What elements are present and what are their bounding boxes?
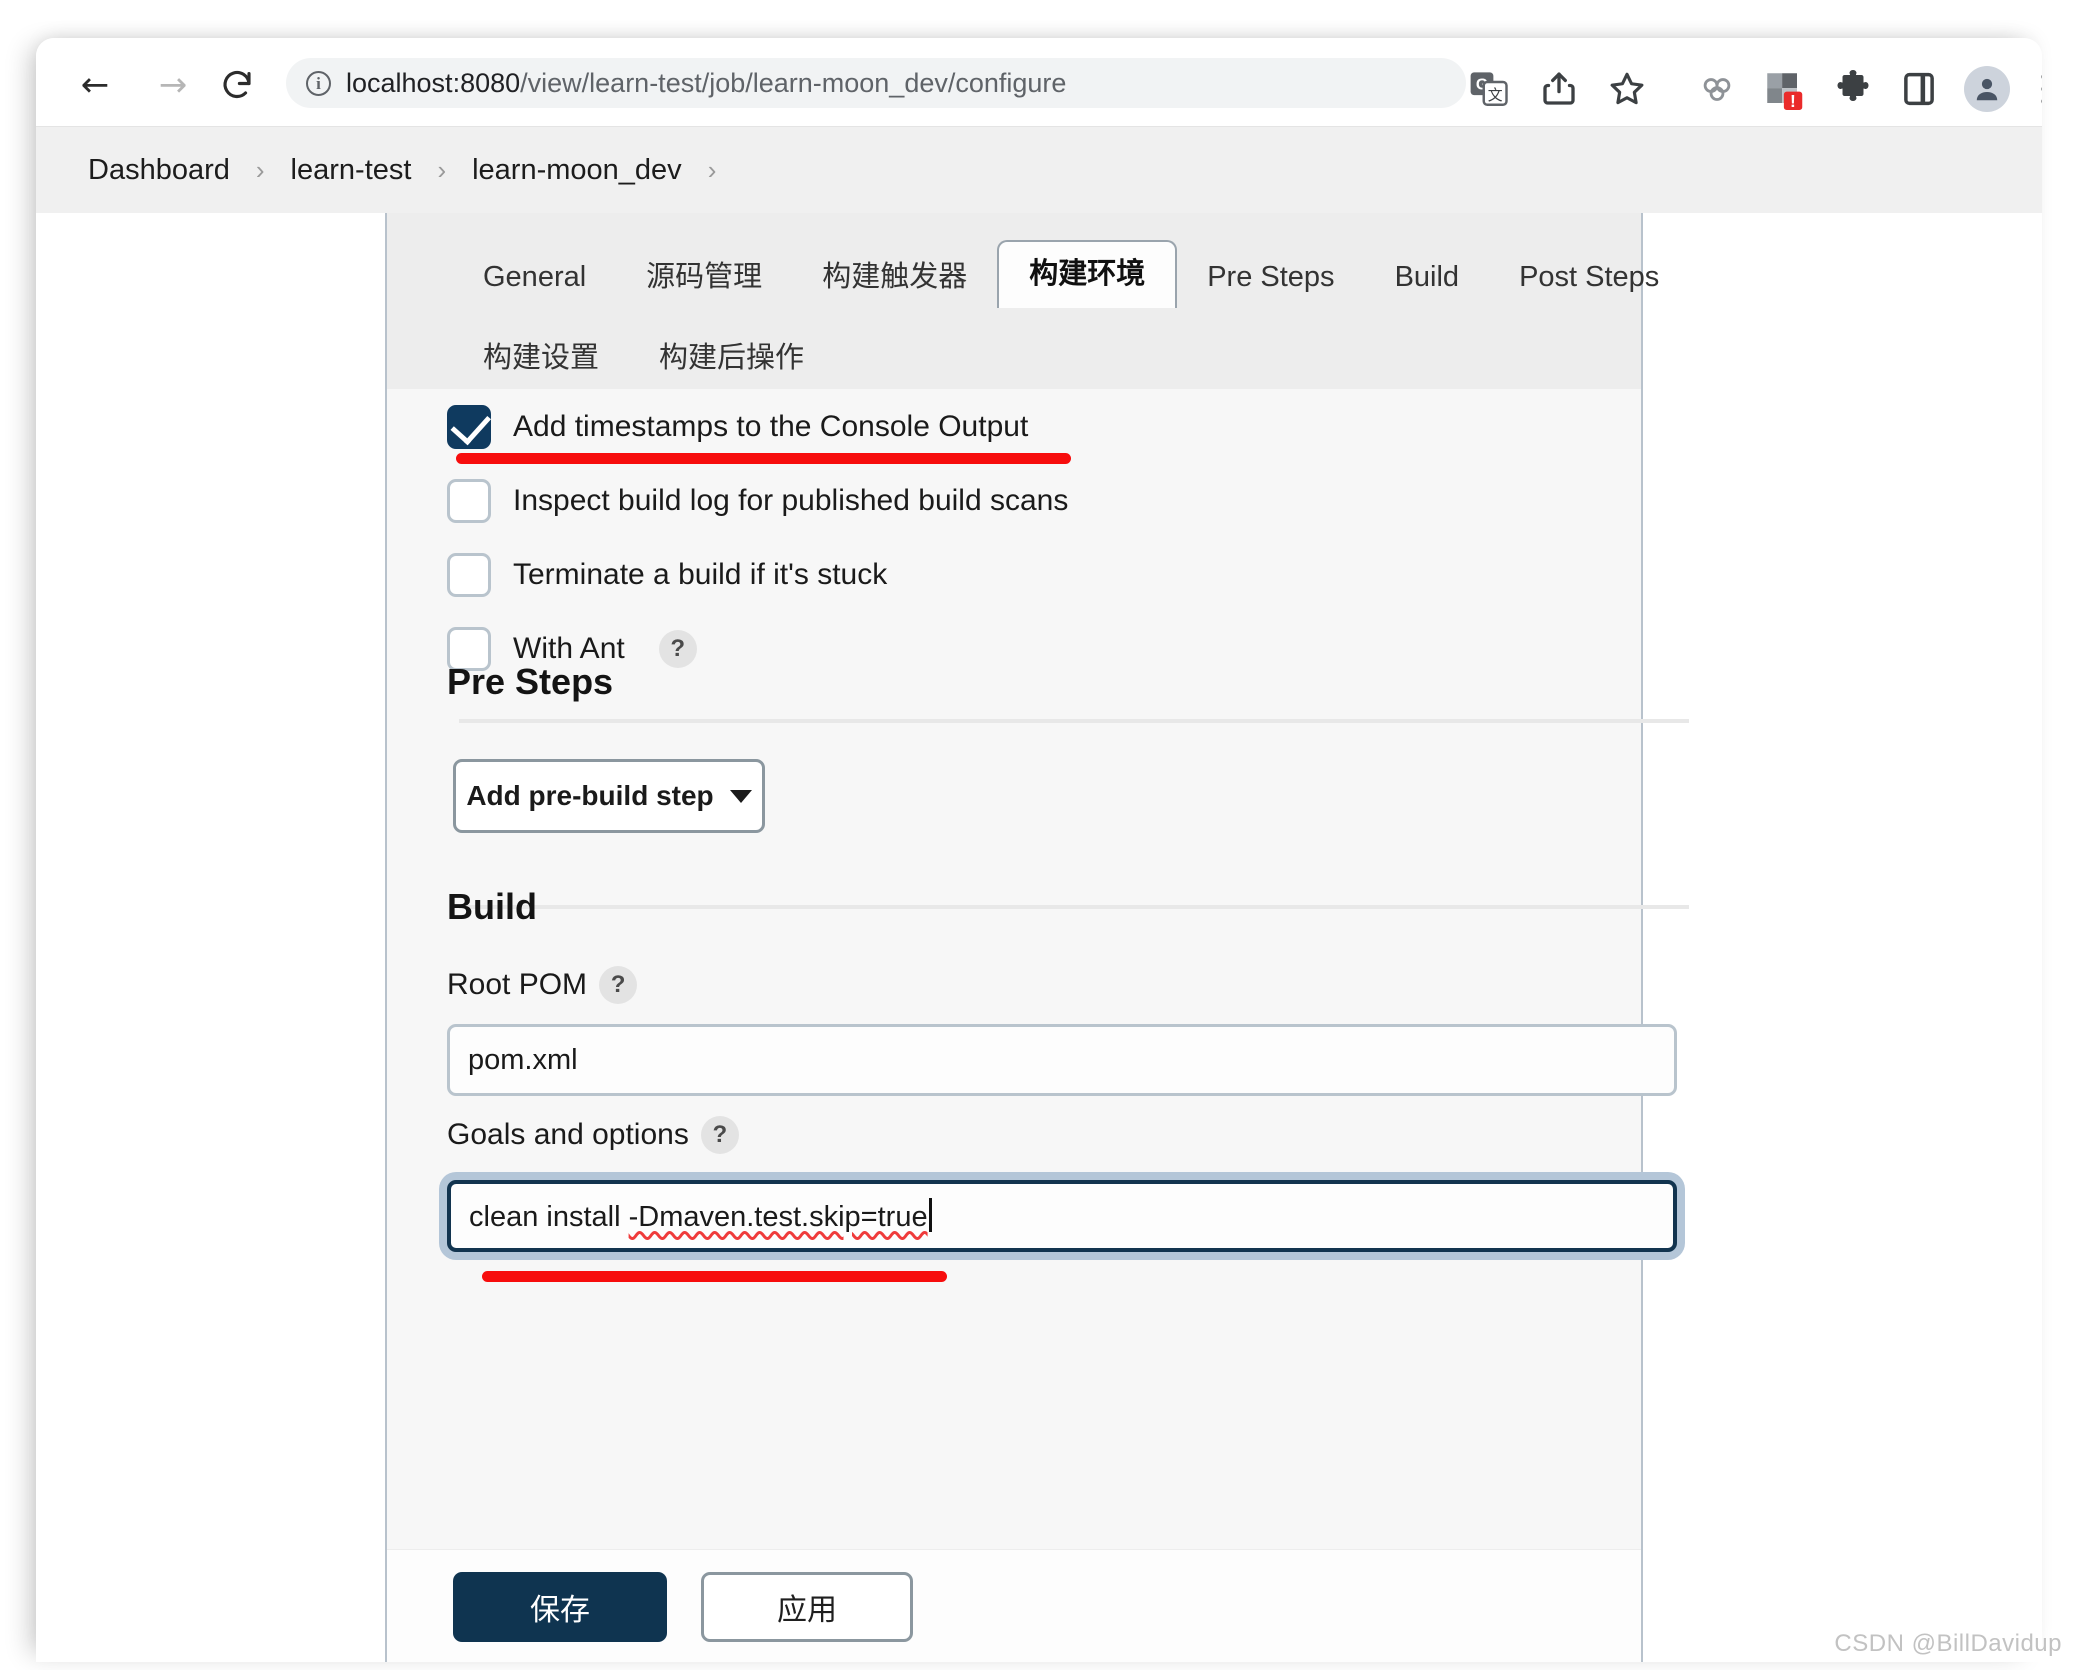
back-arrow-icon: ← [80,65,110,105]
checkbox-label-add-timestamps: Add timestamps to the Console Output [513,410,1029,443]
site-info-icon[interactable]: i [306,71,331,96]
extension-color-icon[interactable]: ! [1762,68,1804,111]
help-icon-goals-and-options[interactable]: ? [700,1116,739,1154]
annotation-underline-goals [482,1271,947,1282]
root-pom-input[interactable]: pom.xml [447,1024,1677,1096]
help-icon-with-ant[interactable]: ? [658,630,697,668]
breadcrumb-separator-icon: › [255,154,265,185]
goals-and-options-label-text: Goals and options [447,1118,689,1151]
goals-and-options-value-plain: clean install [469,1201,629,1233]
tab-build[interactable]: Build [1365,246,1490,308]
field-label-goals-and-options: Goals and options ? [447,1116,739,1154]
link-icon[interactable] [1696,68,1738,110]
checkbox-row-add-timestamps[interactable]: Add timestamps to the Console Output [447,405,1028,449]
three-dot-menu-icon[interactable] [2024,68,2042,110]
right-sidebar [1641,213,2042,1662]
help-icon-root-pom[interactable]: ? [599,966,638,1004]
back-button[interactable]: ← [76,66,114,104]
browser-window: ← → i localhost:8080/view/learn-test/job… [36,38,2042,1662]
watermark: CSDN @BillDavidup [1834,1630,2062,1657]
build-environment-form: Add timestamps to the Console Output Ins… [387,389,1689,1662]
add-pre-build-step-label: Add pre-build step [466,780,714,811]
save-button[interactable]: 保存 [453,1572,667,1642]
annotation-underline-timestamps [456,453,1071,464]
section-title-build: Build [447,886,537,927]
root-pom-value: pom.xml [468,1044,578,1076]
avatar-icon [1976,78,1998,101]
breadcrumb-item-dashboard[interactable]: Dashboard [78,154,240,187]
share-icon[interactable] [1538,68,1580,110]
tab-general[interactable]: General [453,246,616,308]
section-divider [459,905,1689,909]
tab-build-settings[interactable]: 构建设置 [453,327,629,389]
checkbox-label-terminate-build: Terminate a build if it's stuck [513,558,888,591]
breadcrumb-separator-icon: › [437,154,447,185]
url-path: /view/learn-test/job/learn-moon_dev/conf… [520,68,1067,98]
url-host: localhost:8080 [346,68,521,98]
browser-toolbar: ← → i localhost:8080/view/learn-test/job… [36,38,2042,127]
tab-post-build-actions[interactable]: 构建后操作 [629,327,834,389]
jenkins-breadcrumb-bar: Dashboard › learn-test › learn-moon_dev … [36,127,2042,213]
add-pre-build-step-button[interactable]: Add pre-build step [453,759,765,833]
avatar[interactable] [1964,66,2010,112]
reload-icon [223,70,251,99]
checkbox-row-terminate-build[interactable]: Terminate a build if it's stuck [447,553,887,597]
forward-button[interactable]: → [154,66,192,104]
url-text: localhost:8080/view/learn-test/job/learn… [346,58,1066,108]
tab-build-environment[interactable]: 构建环境 [997,240,1178,308]
form-action-bar: 保存 应用 [387,1549,1641,1662]
goals-and-options-value-misspelled: -Dmaven.test.skip=true [628,1201,928,1233]
checkbox-inspect-build-log[interactable] [447,479,491,523]
apply-button[interactable]: 应用 [701,1572,913,1642]
breadcrumb-item-learn-test[interactable]: learn-test [281,154,422,187]
breadcrumb: Dashboard › learn-test › learn-moon_dev … [78,127,732,213]
checkbox-terminate-build[interactable] [447,553,491,597]
extension-badge-text: ! [1790,91,1796,110]
forward-arrow-icon: → [158,65,188,105]
chevron-down-icon [729,789,752,803]
page-body: General 源码管理 构建触发器 构建环境 Pre Steps Build … [36,213,2042,1662]
puzzle-icon[interactable] [1832,68,1874,110]
reload-button[interactable] [218,66,256,104]
section-title-pre-steps: Pre Steps [447,661,614,702]
svg-text:文: 文 [1488,87,1503,104]
tab-build-triggers[interactable]: 构建触发器 [792,246,997,308]
field-label-root-pom: Root POM ? [447,966,638,1004]
address-bar[interactable]: i localhost:8080/view/learn-test/job/lea… [286,58,1466,108]
translate-icon[interactable]: G 文 [1468,68,1510,110]
checkbox-label-inspect-build-log: Inspect build log for published build sc… [513,484,1069,517]
tab-source-code-management[interactable]: 源码管理 [616,246,792,308]
tab-pre-steps[interactable]: Pre Steps [1177,246,1364,308]
breadcrumb-item-learn-moon-dev[interactable]: learn-moon_dev [462,154,692,187]
text-cursor [928,1198,932,1232]
checkbox-row-inspect-build-log[interactable]: Inspect build log for published build sc… [447,479,1068,523]
goals-and-options-input[interactable]: clean install -Dmaven.test.skip=true [447,1180,1677,1252]
config-tab-row-2: 构建设置 构建后操作 [387,308,1641,389]
left-sidebar [36,213,387,1662]
section-divider [459,719,1689,723]
breadcrumb-separator-icon: › [707,154,717,185]
side-panel-icon[interactable] [1898,68,1940,110]
star-icon[interactable] [1606,68,1648,110]
checkbox-add-timestamps[interactable] [447,405,491,449]
config-tab-row-1: General 源码管理 构建触发器 构建环境 Pre Steps Build … [387,213,1659,308]
root-pom-label-text: Root POM [447,968,588,1001]
tab-post-steps[interactable]: Post Steps [1489,246,1689,308]
configure-form-column: General 源码管理 构建触发器 构建环境 Pre Steps Build … [387,213,1689,1662]
